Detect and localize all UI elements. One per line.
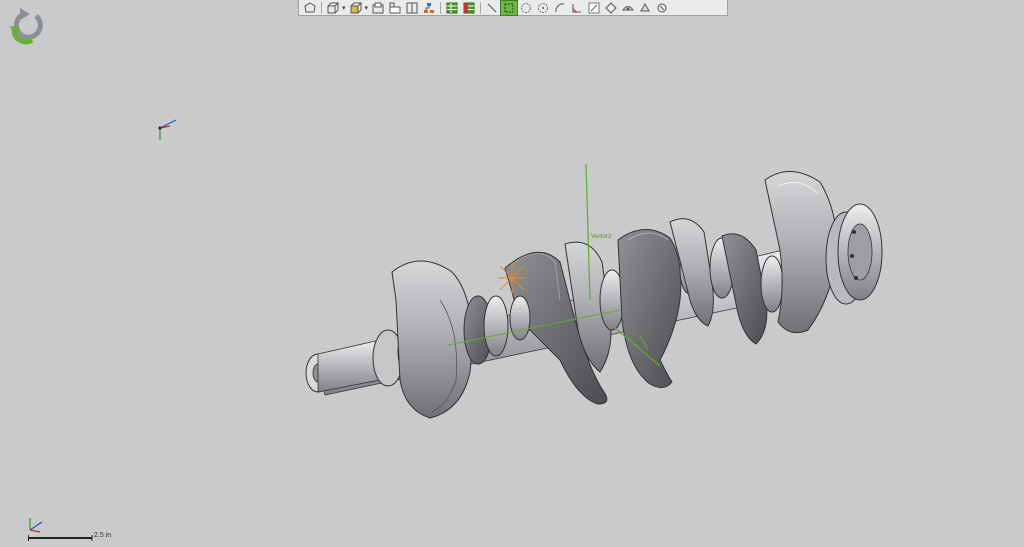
- 3d-viewport[interactable]: ▾ ▾ Vector2 2.5 in: [0, 0, 1024, 547]
- vector-label: Vector2: [591, 234, 612, 240]
- scale-label: 2.5 in: [94, 532, 112, 539]
- scale-bar: [28, 535, 93, 541]
- crankshaft-model[interactable]: Vector2: [0, 0, 1024, 547]
